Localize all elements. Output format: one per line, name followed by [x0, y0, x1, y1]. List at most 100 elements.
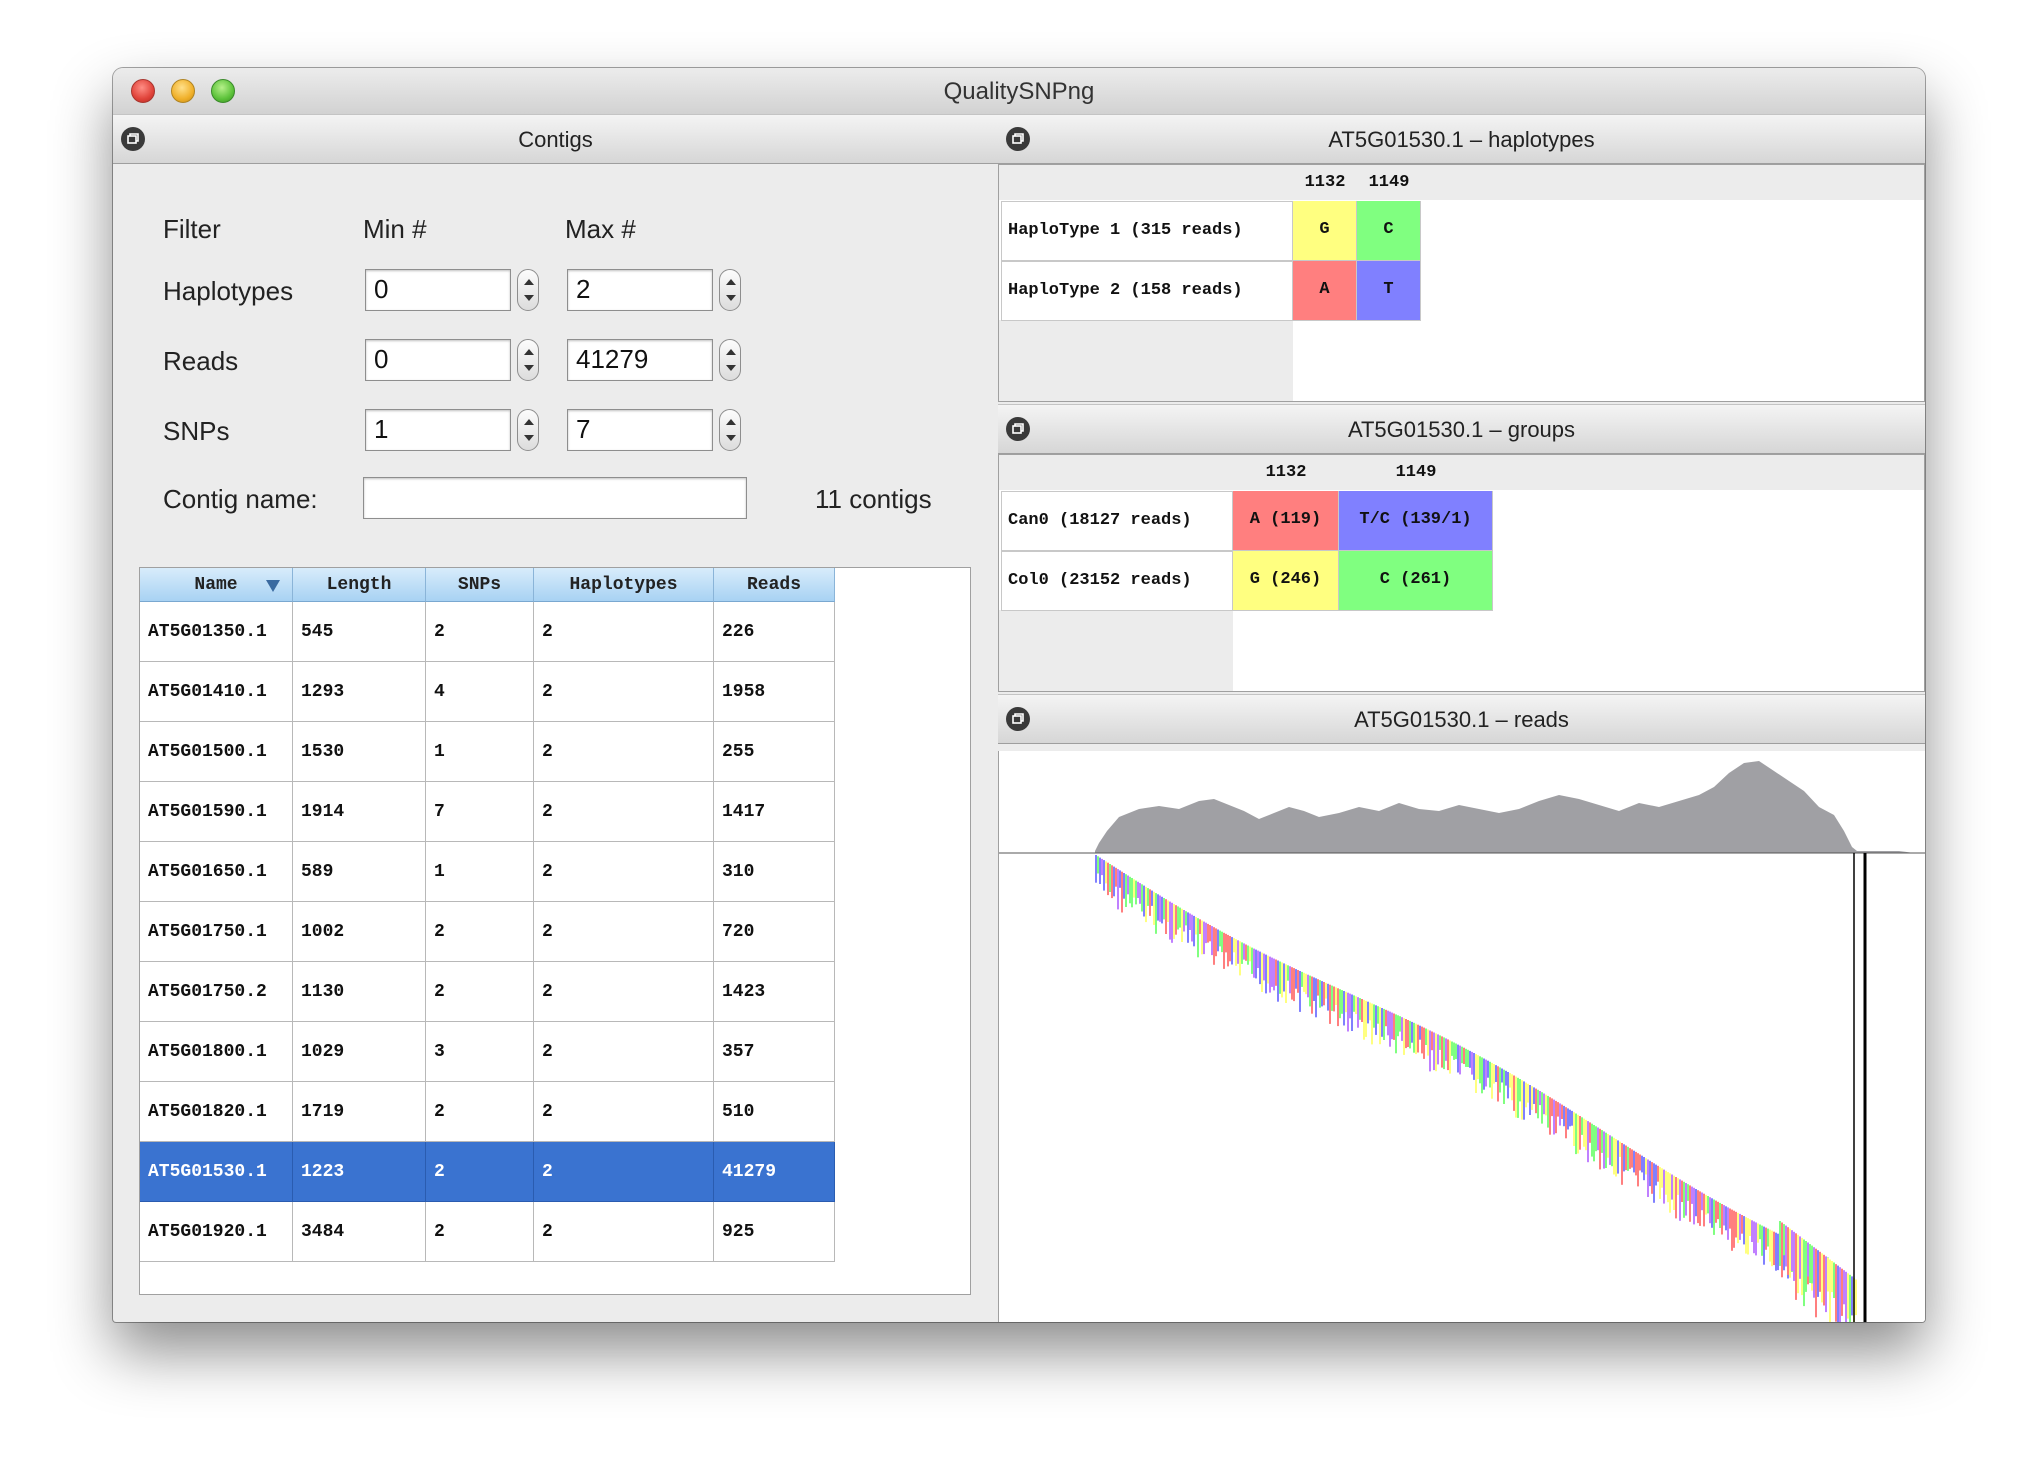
- table-cell-length: 1002: [293, 902, 426, 962]
- table-cell-reads: 1417: [714, 782, 835, 842]
- groups-grid: 1132 1149 Can0 (18127 reads) A (119) T/C…: [998, 454, 1925, 692]
- table-cell-length: 3484: [293, 1202, 426, 1262]
- snps-filter-label: SNPs: [163, 416, 230, 446]
- table-cell-snps: 2: [426, 1202, 534, 1262]
- table-cell-reads: 925: [714, 1202, 835, 1262]
- contig-name-label: Contig name:: [163, 484, 318, 514]
- haplotype-base-cell: G: [1293, 201, 1357, 261]
- table-cell-haplotypes: 2: [534, 662, 714, 722]
- min-label: Min #: [363, 214, 427, 244]
- table-cell-reads: 1423: [714, 962, 835, 1022]
- table-cell-reads: 510: [714, 1082, 835, 1142]
- table-cell-name: AT5G01800.1: [140, 1022, 293, 1082]
- table-cell-length: 589: [293, 842, 426, 902]
- table-cell-haplotypes: 2: [534, 602, 714, 662]
- table-cell-snps: 1: [426, 722, 534, 782]
- table-cell-snps: 4: [426, 662, 534, 722]
- table-row[interactable]: AT5G01750.1 1002 2 2 720: [140, 902, 835, 962]
- haplotypes-max-stepper[interactable]: [719, 269, 741, 311]
- haplotype-row-label[interactable]: HaploType 2 (158 reads): [1001, 261, 1293, 321]
- filter-label: Filter: [163, 214, 221, 244]
- table-cell-reads: 357: [714, 1022, 835, 1082]
- reads-alignment-canvas[interactable]: [999, 751, 1925, 1322]
- haplotypes-min-stepper[interactable]: [517, 269, 539, 311]
- table-cell-length: 1719: [293, 1082, 426, 1142]
- coverage-profile: [1095, 761, 1914, 853]
- table-cell-reads: 310: [714, 842, 835, 902]
- table-cell-haplotypes: 2: [534, 1082, 714, 1142]
- table-row[interactable]: AT5G01500.1 1530 1 2 255: [140, 722, 835, 782]
- table-row[interactable]: AT5G01590.1 1914 7 2 1417: [140, 782, 835, 842]
- table-cell-name: AT5G01500.1: [140, 722, 293, 782]
- read-alignments: [1095, 855, 1857, 1322]
- snps-max-input[interactable]: 7: [567, 409, 713, 451]
- table-cell-length: 1914: [293, 782, 426, 842]
- reads-max-stepper[interactable]: [719, 339, 741, 381]
- table-cell-reads: 255: [714, 722, 835, 782]
- table-cell-haplotypes: 2: [534, 842, 714, 902]
- table-cell-haplotypes: 2: [534, 782, 714, 842]
- table-cell-name: AT5G01530.1: [140, 1142, 293, 1202]
- group-base-cell: A (119): [1233, 491, 1339, 551]
- sort-descending-icon: [266, 580, 280, 592]
- group-row-label[interactable]: Col0 (23152 reads): [1001, 551, 1233, 611]
- table-row[interactable]: AT5G01650.1 589 1 2 310: [140, 842, 835, 902]
- table-cell-snps: 3: [426, 1022, 534, 1082]
- title-bar[interactable]: QualitySNPng: [113, 68, 1925, 115]
- column-header-haplotypes[interactable]: Haplotypes: [534, 568, 714, 602]
- table-row[interactable]: AT5G01530.1 1223 2 2 41279: [140, 1142, 835, 1202]
- group-row-label[interactable]: Can0 (18127 reads): [1001, 491, 1233, 551]
- table-cell-reads: 41279: [714, 1142, 835, 1202]
- table-cell-haplotypes: 2: [534, 962, 714, 1022]
- table-row[interactable]: AT5G01350.1 545 2 2 226: [140, 602, 835, 662]
- table-row[interactable]: AT5G01800.1 1029 3 2 357: [140, 1022, 835, 1082]
- table-cell-length: 1223: [293, 1142, 426, 1202]
- table-cell-snps: 7: [426, 782, 534, 842]
- haplotypes-panel-header: AT5G01530.1 – haplotypes: [998, 114, 1925, 164]
- table-cell-haplotypes: 2: [534, 1202, 714, 1262]
- position-header: 1149: [1395, 463, 1437, 482]
- reads-max-input[interactable]: 41279: [567, 339, 713, 381]
- table-row[interactable]: AT5G01920.1 3484 2 2 925: [140, 1202, 835, 1262]
- reads-min-stepper[interactable]: [517, 339, 539, 381]
- contig-name-input[interactable]: [363, 477, 747, 519]
- group-base-cell: C (261): [1339, 551, 1493, 611]
- reads-min-input[interactable]: 0: [365, 339, 511, 381]
- table-row[interactable]: AT5G01820.1 1719 2 2 510: [140, 1082, 835, 1142]
- table-cell-snps: 1: [426, 842, 534, 902]
- column-header-snps[interactable]: SNPs: [426, 568, 534, 602]
- table-cell-name: AT5G01750.2: [140, 962, 293, 1022]
- table-row[interactable]: AT5G01410.1 1293 4 2 1958: [140, 662, 835, 722]
- table-cell-length: 1130: [293, 962, 426, 1022]
- max-label: Max #: [565, 214, 636, 244]
- table-cell-reads: 1958: [714, 662, 835, 722]
- table-cell-snps: 2: [426, 1082, 534, 1142]
- table-cell-name: AT5G01820.1: [140, 1082, 293, 1142]
- haplotypes-min-input[interactable]: 0: [365, 269, 511, 311]
- groups-panel-header: AT5G01530.1 – groups: [998, 404, 1925, 454]
- haplotypes-panel-title: AT5G01530.1 – haplotypes: [1328, 127, 1595, 152]
- haplotype-base-cell: C: [1357, 201, 1421, 261]
- table-cell-haplotypes: 2: [534, 1022, 714, 1082]
- contig-count: 11 contigs: [815, 484, 932, 514]
- table-cell-name: AT5G01920.1: [140, 1202, 293, 1262]
- reads-view[interactable]: [998, 751, 1925, 1322]
- contigs-table: Name Length SNPs Haplotypes Reads AT5G01…: [139, 567, 971, 1295]
- snps-max-stepper[interactable]: [719, 409, 741, 451]
- haplotype-row-label[interactable]: HaploType 1 (315 reads): [1001, 201, 1293, 261]
- column-header-name[interactable]: Name: [140, 568, 293, 602]
- haplotypes-max-input[interactable]: 2: [567, 269, 713, 311]
- table-cell-length: 1530: [293, 722, 426, 782]
- group-base-cell: T/C (139/1): [1339, 491, 1493, 551]
- table-cell-length: 1029: [293, 1022, 426, 1082]
- snps-min-input[interactable]: 1: [365, 409, 511, 451]
- table-row[interactable]: AT5G01750.2 1130 2 2 1423: [140, 962, 835, 1022]
- table-cell-length: 1293: [293, 662, 426, 722]
- table-cell-name: AT5G01750.1: [140, 902, 293, 962]
- reads-panel-header: AT5G01530.1 – reads: [998, 694, 1925, 744]
- table-cell-name: AT5G01350.1: [140, 602, 293, 662]
- column-header-reads[interactable]: Reads: [714, 568, 835, 602]
- snps-min-stepper[interactable]: [517, 409, 539, 451]
- column-header-length[interactable]: Length: [293, 568, 426, 602]
- table-cell-reads: 720: [714, 902, 835, 962]
